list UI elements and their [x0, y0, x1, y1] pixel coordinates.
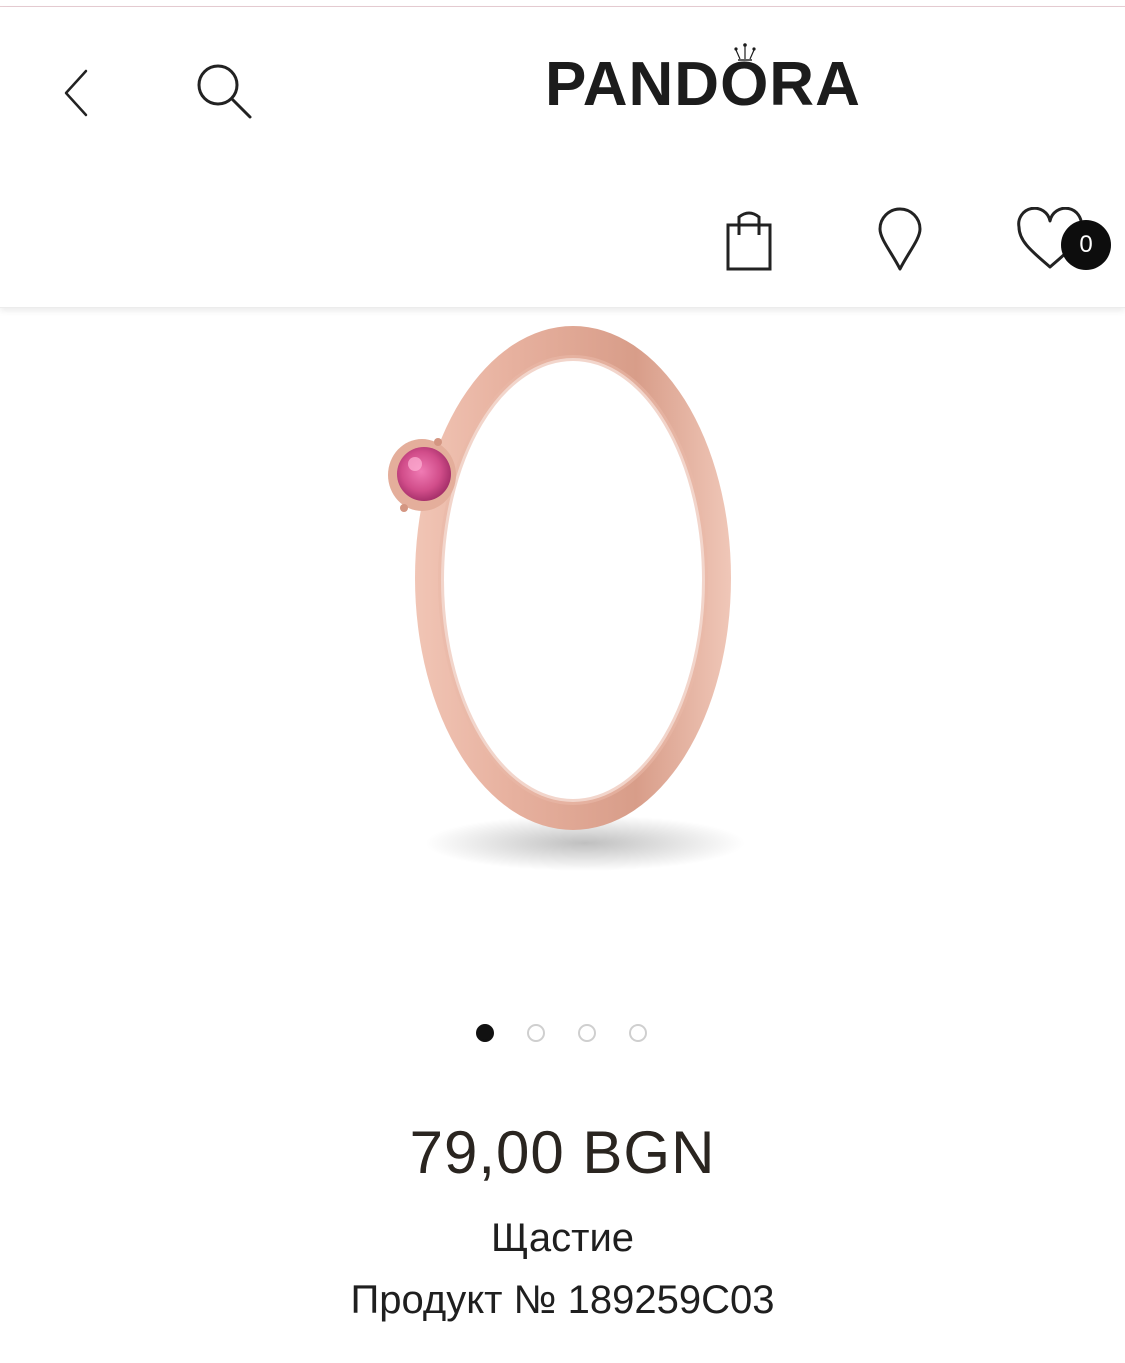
- brand-name: PANDORA: [545, 50, 861, 119]
- carousel-dot-3[interactable]: [578, 1024, 596, 1042]
- map-pin-icon[interactable]: [874, 207, 926, 273]
- carousel-dot-2[interactable]: [527, 1024, 545, 1042]
- product-price: 79,00 BGN: [409, 1119, 716, 1186]
- search-icon[interactable]: [190, 57, 260, 127]
- product-name: Щастие: [490, 1216, 635, 1260]
- pandora-logo[interactable]: PANDORA: [545, 42, 875, 122]
- shopping-bag-icon[interactable]: [722, 207, 776, 273]
- image-carousel-dots: [476, 1024, 656, 1046]
- carousel-dot-1[interactable]: [476, 1024, 494, 1042]
- product-image[interactable]: [300, 308, 820, 908]
- wishlist-count-badge: 0: [1061, 220, 1111, 270]
- site-header: PANDORA 0: [0, 7, 1125, 308]
- chevron-left-icon[interactable]: [58, 63, 98, 123]
- product-sku: Продукт № 189259C03: [350, 1278, 775, 1322]
- carousel-dot-4[interactable]: [629, 1024, 647, 1042]
